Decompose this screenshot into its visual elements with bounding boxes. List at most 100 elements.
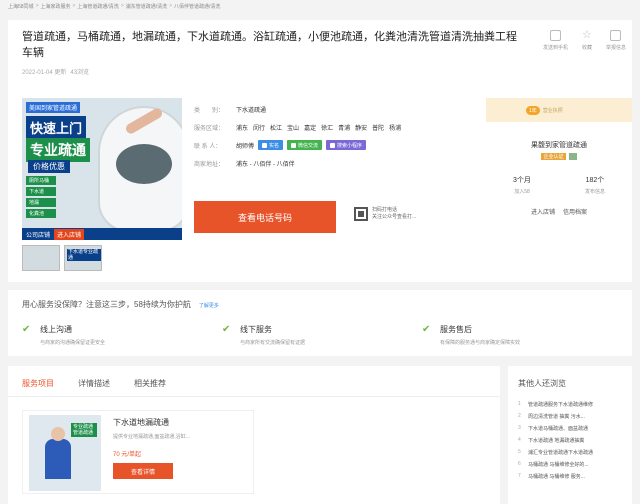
list-item-text: 马桶疏通 马桶维修全好的... <box>528 461 589 468</box>
worker-head-graphic <box>51 427 65 441</box>
thumbnail[interactable] <box>22 245 60 271</box>
area-link[interactable]: 徐汇 <box>321 123 333 132</box>
area-link[interactable]: 青浦 <box>338 123 350 132</box>
check-icon: ✔ <box>422 324 431 335</box>
stat-label: 加入58 <box>514 189 530 195</box>
area-link[interactable]: 松江 <box>270 123 282 132</box>
list-item[interactable]: 5 浦汇专业管道疏通下水道疏通 <box>518 446 628 458</box>
guarantee-item-title: 线上沟通 <box>40 325 72 334</box>
toilet-bowl-graphic <box>116 144 172 184</box>
view-phone-button[interactable]: 查看电话号码 <box>194 201 336 233</box>
miniapp-icon <box>330 142 336 148</box>
report-icon <box>610 30 622 41</box>
hero-point: 化粪池 <box>26 209 56 218</box>
id-icon <box>262 142 268 148</box>
area-row: 服务区域： 浦东 闵行 松江 宝山 嘉定 徐汇 青浦 静安 普陀 杨浦 <box>194 118 401 136</box>
thumbnail[interactable]: 下水道专业疏通 <box>64 245 102 271</box>
contact-row: 联 系 人： 胡师傅 实名 微信交流 搜索小程序 <box>194 136 401 154</box>
breadcrumb-separator: > <box>72 3 76 9</box>
verified-chip: 实名 <box>258 140 284 150</box>
hero-point: 厕所马桶 <box>26 176 56 185</box>
tab-service-items[interactable]: 服务项目 <box>22 378 54 389</box>
shop-stat: 3个月 加入58 <box>513 175 531 195</box>
area-link[interactable]: 普陀 <box>372 123 384 132</box>
view-details-button[interactable]: 查看详情 <box>113 463 173 479</box>
breadcrumb-link[interactable]: 上海58同城 <box>8 3 34 10</box>
field-label: 商家地址： <box>194 161 225 168</box>
guarantee-heading: 用心服务没保障？注意这三步，58持续为你护航 了解更多 <box>22 299 219 310</box>
others-viewed-list: 1 管道疏通服务下水道疏通维修 2 周边清洗管道 抽粪 污水... 3 下水道马桶疏通… <box>518 398 628 482</box>
list-item[interactable]: 6 马桶疏通 马桶维修全好的... <box>518 458 628 470</box>
address-row: 商家地址： 浦东 - 八佰伴 - 八佰伴 <box>194 154 401 172</box>
send-to-phone-button[interactable]: 发送到手机 <box>543 30 568 51</box>
list-item[interactable]: 1 管道疏通服务下水道疏通维修 <box>518 398 628 410</box>
area-link[interactable]: 静安 <box>355 123 367 132</box>
chip-label: 微信交流 <box>298 142 319 149</box>
shop-name[interactable]: 果馥到家管道疏通 <box>486 140 632 150</box>
service-item-title: 下水道地漏疏通 <box>113 418 169 427</box>
area-link[interactable]: 浦东 <box>236 123 248 132</box>
listing-info: 类 别： 下水道疏通 服务区域： 浦东 闵行 松江 宝山 嘉定 徐汇 青浦 静安… <box>194 100 401 172</box>
enter-shop-badge[interactable]: 进入店铺 <box>54 229 85 240</box>
service-item[interactable]: 专业疏通 管道疏通 下水道地漏疏通 提供专业地漏疏通,面盆疏通,浴缸... 70… <box>22 410 254 494</box>
list-number: 5 <box>518 449 521 455</box>
hero-tag: 美国到家管道疏通 <box>26 102 81 113</box>
breadcrumb-link[interactable]: 八佰伴管道疏通/清洗 <box>174 3 220 10</box>
hero-subline: 价格优惠 <box>28 160 70 173</box>
list-item[interactable]: 2 周边清洗管道 抽粪 污水... <box>518 410 628 422</box>
shop-panel-header: 1年 营业执照 <box>486 98 632 122</box>
service-image: 专业疏通 管道疏通 <box>29 415 101 491</box>
list-item-text: 管道疏通服务下水道疏通维修 <box>528 401 594 408</box>
hero-footer-label: 公司店铺 <box>26 233 51 239</box>
category-value[interactable]: 下水道疏通 <box>236 105 266 114</box>
area-list: 浦东 闵行 松江 宝山 嘉定 徐汇 青浦 静安 普陀 杨浦 <box>236 123 401 132</box>
check-icon: ✔ <box>22 324 31 335</box>
enter-shop-link[interactable]: 进入店铺 <box>531 207 555 216</box>
qr-call[interactable]: 扫码打电话 关注公众号查看打... <box>354 207 416 221</box>
hero-headline: 快速上门 <box>26 116 87 139</box>
area-link[interactable]: 闵行 <box>253 123 265 132</box>
area-link[interactable]: 杨浦 <box>389 123 401 132</box>
listing-meta: 2022-01-04 更新 43浏览 <box>22 67 89 76</box>
area-link[interactable]: 宝山 <box>287 123 299 132</box>
wechat-button[interactable]: 微信交流 <box>287 140 323 150</box>
shop-stat: 182个 发布信息 <box>585 175 605 195</box>
miniapp-button[interactable]: 搜索小程序 <box>326 140 367 150</box>
field-label: 服务区域： <box>194 125 225 132</box>
breadcrumb-link[interactable]: 上海家政服务 <box>40 3 70 10</box>
check-icon: ✔ <box>222 324 231 335</box>
list-number: 6 <box>518 461 521 467</box>
list-item[interactable]: 7 马桶疏通 马桶维修 服务... <box>518 470 628 482</box>
tab-recommend[interactable]: 相关推荐 <box>134 378 166 389</box>
main-image[interactable]: 美国到家管道疏通 快速上门 专业疏通 价格优惠 厕所马桶 下水道 地漏 化粪池 … <box>22 98 182 240</box>
credit-file-link[interactable]: 信用档案 <box>563 207 587 216</box>
hero-headline: 专业疏通 <box>26 138 90 162</box>
guarantee-item-sub: 有保障的服务通与商家确定保障实效 <box>440 340 521 346</box>
others-viewed-heading: 其他人还浏览 <box>518 379 566 388</box>
phone-icon <box>549 30 561 41</box>
address-value: 浦东 - 八佰伴 - 八佰伴 <box>236 161 295 168</box>
hero-point: 下水道 <box>26 187 56 196</box>
contact-name: 胡师傅 <box>236 143 255 150</box>
chip-label: 实名 <box>269 142 280 149</box>
breadcrumb: 上海58同城 > 上海家政服务 > 上海管道疏通/清洗 > 浦东管道疏通/清洗 > 八佰… <box>8 3 220 10</box>
service-item-desc: 提供专业地漏疏通,面盆疏通,浴缸... <box>113 434 190 440</box>
list-item[interactable]: 4 下水道疏通 地漏疏通抽粪 <box>518 434 628 446</box>
area-link[interactable]: 嘉定 <box>304 123 316 132</box>
report-button[interactable]: 举报信息 <box>606 30 626 51</box>
stat-value: 3个月 <box>513 177 531 184</box>
hero-footer: 公司店铺 进入店铺 <box>22 228 182 240</box>
breadcrumb-separator: > <box>120 3 124 9</box>
favorite-button[interactable]: ☆ 收藏 <box>582 30 592 52</box>
listing-tools: 发送到手机 ☆ 收藏 举报信息 <box>543 30 626 52</box>
breadcrumb-link[interactable]: 浦东管道疏通/清洗 <box>126 3 167 10</box>
qr-line: 扫码打电话 <box>372 207 398 213</box>
guarantee-item-sub: 与商家所有交流确保留有证据 <box>240 340 306 346</box>
tool-label: 发送到手机 <box>542 45 568 51</box>
list-item[interactable]: 3 下水道马桶疏通、面盆疏通 <box>518 422 628 434</box>
breadcrumb-link[interactable]: 上海管道疏通/清洗 <box>77 3 118 10</box>
tab-details[interactable]: 详情描述 <box>78 378 110 389</box>
learn-more-link[interactable]: 了解更多 <box>199 302 219 309</box>
guarantee-item: ✔ 线上沟通 与商家的沟通确保留证更安全 <box>22 324 222 346</box>
shop-stats: 3个月 加入58 182个 发布信息 <box>486 175 632 195</box>
